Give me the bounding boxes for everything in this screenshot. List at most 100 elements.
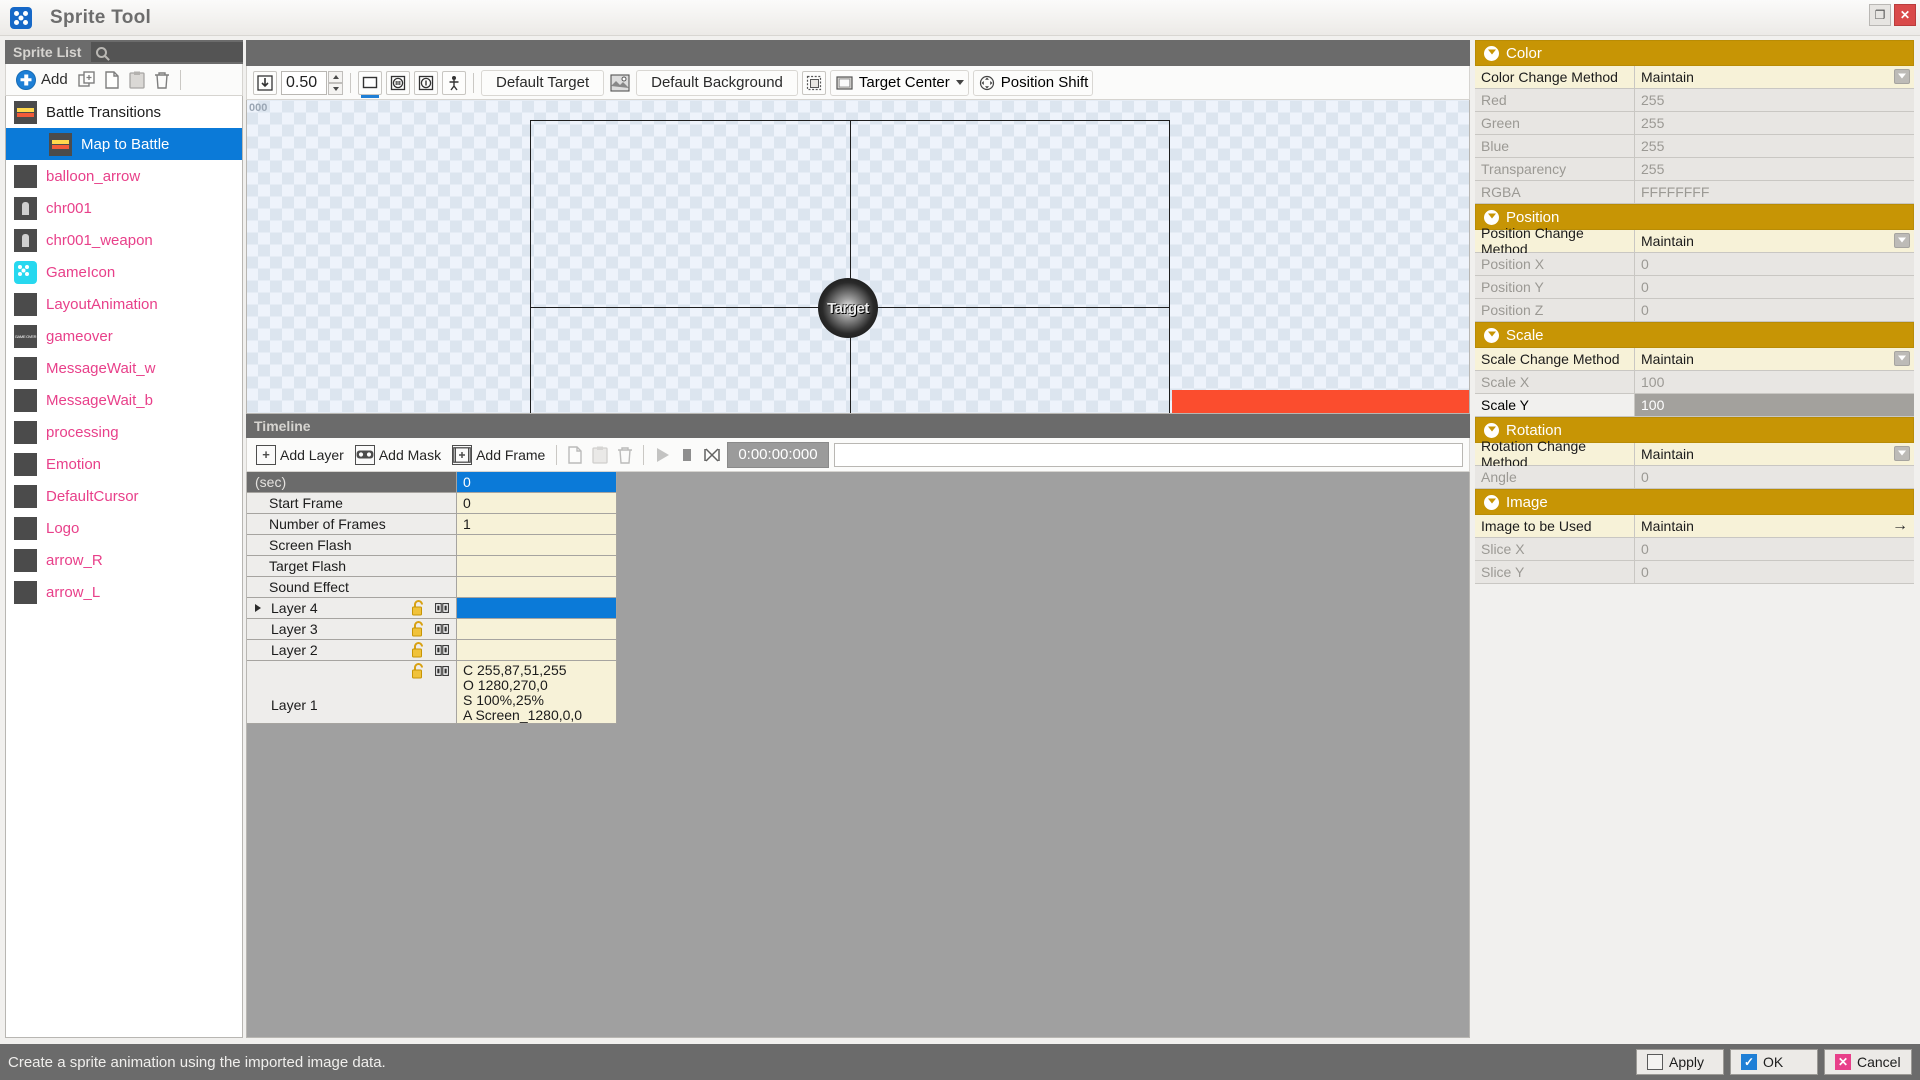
close-button[interactable]: ✕	[1894, 4, 1916, 26]
timeline-frame-column-header[interactable]: 0	[457, 472, 617, 493]
property-row[interactable]: Color Change MethodMaintain	[1475, 66, 1914, 89]
chevron-down-icon[interactable]	[1894, 446, 1910, 461]
timeline-property-value[interactable]: 0	[457, 493, 617, 514]
timeline-layer-row[interactable]: Layer 1C 255,87,51,255O 1280,270,0S 100%…	[247, 661, 1469, 724]
sprite-canvas[interactable]: 000 Target	[246, 100, 1470, 414]
sprite-list-item[interactable]: Battle Transitions	[6, 96, 242, 128]
zoom-stepper[interactable]: 0.50	[281, 71, 343, 95]
target-all-icon[interactable]	[386, 71, 410, 95]
target-center-dropdown[interactable]: Target Center	[830, 70, 969, 96]
cancel-button[interactable]: ✕ Cancel	[1824, 1049, 1912, 1075]
zoom-input[interactable]: 0.50	[281, 71, 327, 95]
timeline-property-value[interactable]	[457, 535, 617, 556]
sprite-list-item[interactable]: Logo	[6, 512, 242, 544]
chevron-down-icon[interactable]	[1484, 495, 1499, 510]
timeline-layer-keyframe-cell[interactable]	[457, 640, 617, 661]
anchor-down-icon[interactable]	[253, 71, 277, 95]
property-value[interactable]: 100	[1635, 394, 1914, 416]
sprite-list-item[interactable]: GAME OVERgameover	[6, 320, 242, 352]
default-background-button[interactable]: Default Background	[636, 70, 798, 96]
sprite-list-item[interactable]: chr001	[6, 192, 242, 224]
timeline-layer-label-cell[interactable]: Layer 3	[247, 619, 457, 640]
binocular-icon[interactable]	[435, 666, 449, 676]
property-section-header[interactable]: Scale	[1475, 322, 1914, 348]
timeline-layer-row[interactable]: Layer 4	[247, 598, 1469, 619]
add-frame-button[interactable]: Add Frame	[449, 443, 548, 467]
timeline-layer-label-cell[interactable]: Layer 1	[247, 661, 457, 724]
copy-icon[interactable]	[102, 70, 122, 90]
chevron-down-icon[interactable]	[956, 80, 964, 85]
checker-image-icon[interactable]	[608, 71, 632, 95]
chevron-down-icon[interactable]	[1484, 46, 1499, 61]
loop-icon[interactable]	[702, 445, 722, 465]
property-row[interactable]: Position Change MethodMaintain	[1475, 230, 1914, 253]
zoom-up-button[interactable]	[328, 71, 343, 83]
chevron-down-icon[interactable]	[1484, 210, 1499, 225]
binocular-icon[interactable]	[435, 603, 449, 613]
paste-icon[interactable]	[590, 445, 610, 465]
timeline-layer-keyframe-cell[interactable]	[457, 598, 617, 619]
property-row[interactable]: Rotation Change MethodMaintain	[1475, 443, 1914, 466]
sprite-list-item[interactable]: chr001_weapon	[6, 224, 242, 256]
trash-icon[interactable]	[615, 445, 635, 465]
timeline-layer-row[interactable]: Layer 2	[247, 640, 1469, 661]
default-target-button[interactable]: Default Target	[481, 70, 604, 96]
unlock-icon[interactable]	[411, 663, 426, 679]
binocular-icon[interactable]	[435, 624, 449, 634]
timeline-property-value[interactable]	[457, 556, 617, 577]
sprite-list-item[interactable]: LayoutAnimation	[6, 288, 242, 320]
zoom-down-button[interactable]	[328, 83, 343, 95]
property-value[interactable]: Maintain→	[1635, 515, 1914, 537]
property-value[interactable]: Maintain	[1635, 443, 1914, 465]
property-value[interactable]: Maintain	[1635, 348, 1914, 370]
chevron-down-icon[interactable]	[1484, 423, 1499, 438]
sprite-list-item[interactable]: arrow_L	[6, 576, 242, 608]
chevron-down-icon[interactable]	[1894, 351, 1910, 366]
sprite-list-item[interactable]: processing	[6, 416, 242, 448]
chevron-down-icon[interactable]	[1484, 328, 1499, 343]
timeline-layer-keyframe-cell[interactable]: C 255,87,51,255O 1280,270,0S 100%,25%A S…	[457, 661, 617, 724]
sprite-list-item[interactable]: DefaultCursor	[6, 480, 242, 512]
sprite-list-item[interactable]: MessageWait_w	[6, 352, 242, 384]
property-section-header[interactable]: Color	[1475, 40, 1914, 66]
arrow-right-icon[interactable]: →	[1892, 517, 1908, 535]
timeline-layer-row[interactable]: Layer 3	[247, 619, 1469, 640]
sprite-list-item[interactable]: MessageWait_b	[6, 384, 242, 416]
property-row[interactable]: Image to be UsedMaintain→	[1475, 515, 1914, 538]
add-layer-button[interactable]: + Add Layer	[253, 443, 347, 467]
sprite-list-item[interactable]: GameIcon	[6, 256, 242, 288]
property-row[interactable]: Scale Change MethodMaintain	[1475, 348, 1914, 371]
add-mask-button[interactable]: Add Mask	[352, 443, 444, 467]
target-marker[interactable]: Target	[818, 278, 878, 338]
sprite-search-input[interactable]	[91, 42, 243, 62]
sprite-list[interactable]: Battle TransitionsMap to Battleballoon_a…	[5, 96, 243, 1038]
property-row[interactable]: Scale Y100	[1475, 394, 1914, 417]
binocular-icon[interactable]	[435, 645, 449, 655]
apply-button[interactable]: Apply	[1636, 1049, 1724, 1075]
property-section-header[interactable]: Image	[1475, 489, 1914, 515]
trash-icon[interactable]	[152, 70, 172, 90]
stop-icon[interactable]	[677, 445, 697, 465]
character-icon[interactable]	[442, 71, 466, 95]
target-one-icon[interactable]	[414, 71, 438, 95]
chevron-down-icon[interactable]	[1894, 233, 1910, 248]
paste-icon[interactable]	[127, 70, 147, 90]
sprite-list-item[interactable]: balloon_arrow	[6, 160, 242, 192]
unlock-icon[interactable]	[411, 600, 426, 616]
add-sprite-button[interactable]: Add	[12, 68, 72, 92]
timeline-layer-label-cell[interactable]: Layer 2	[247, 640, 457, 661]
play-icon[interactable]	[652, 445, 672, 465]
timeline-scrub-track[interactable]	[834, 443, 1463, 467]
timeline-property-value[interactable]: 1	[457, 514, 617, 535]
unlock-icon[interactable]	[411, 621, 426, 637]
property-value[interactable]: Maintain	[1635, 230, 1914, 252]
marquee-icon[interactable]	[802, 71, 826, 95]
property-value[interactable]: Maintain	[1635, 66, 1914, 88]
timeline-layer-label-cell[interactable]: Layer 4	[247, 598, 457, 619]
timeline-property-value[interactable]	[457, 577, 617, 598]
duplicate-icon[interactable]	[77, 70, 97, 90]
timeline-layer-keyframe-cell[interactable]	[457, 619, 617, 640]
screen-frame-icon[interactable]	[358, 71, 382, 95]
sprite-list-item[interactable]: Emotion	[6, 448, 242, 480]
chevron-down-icon[interactable]	[1894, 69, 1910, 84]
